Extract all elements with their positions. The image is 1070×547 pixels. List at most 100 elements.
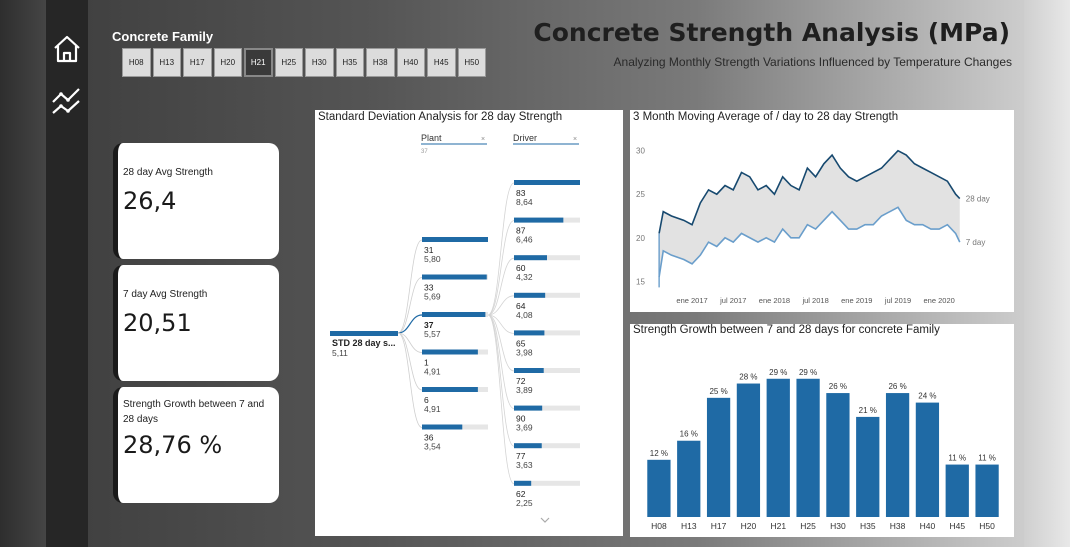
y-tick-label: 15 [636,277,645,286]
slicer-option-h38[interactable]: H38 [366,48,395,77]
bar-data-label: 11 % [948,454,966,463]
concrete-family-slicer: H08 H13 H17 H20 H21 H25 H30 H35 H38 H40 H45 H50 [122,48,486,77]
plant-bar[interactable] [422,349,478,355]
bar-h13[interactable] [677,440,701,517]
moving-average-panel: 3 Month Moving Average of / day to 28 da… [630,110,1014,312]
driver-bar[interactable] [514,330,545,336]
series-label: 28 day [966,195,990,204]
x-tick-label: ene 2019 [841,296,872,305]
plant-value: 5,80 [424,254,441,264]
bar-h35[interactable] [856,416,880,517]
driver-value: 2,25 [516,498,533,508]
trend-line-icon[interactable] [50,84,84,118]
x-tick-label: ene 2018 [759,296,790,305]
bar-h21[interactable] [766,378,790,517]
y-tick-label: 30 [636,147,645,156]
root-value: 5,11 [332,348,348,358]
x-category-label: H20 [741,521,757,531]
series-label: 7 day [966,238,986,247]
slicer-option-h13[interactable]: H13 [152,48,181,77]
bar-h45[interactable] [945,464,969,517]
tree-link [397,239,423,334]
plant-bar[interactable] [422,387,478,392]
growth-bar-chart: 12 % H08 16 % H13 25 % H17 28 % H20 29 % H21 29 % H… [647,368,999,531]
slicer-option-h30[interactable]: H30 [305,48,334,77]
slicer-option-h35[interactable]: H35 [335,48,364,77]
bar-h25[interactable] [796,378,820,517]
x-category-label: H13 [681,521,697,531]
kpi-label: 7 day Avg Strength [123,289,208,300]
bar-h30[interactable] [826,393,850,517]
y-tick-label: 20 [636,234,645,243]
level-close-icon[interactable]: × [481,136,485,143]
tree-link [397,332,423,428]
driver-bar[interactable] [514,255,547,261]
plant-bar[interactable] [422,237,488,242]
bar-h17[interactable] [706,397,731,517]
driver-bar[interactable] [514,292,546,298]
plant-value: 3,54 [424,442,441,452]
growth-bar-panel: Strength Growth between 7 and 28 days fo… [630,324,1014,537]
right-edge [1024,0,1070,547]
y-tick-label: 25 [636,190,645,199]
driver-bar[interactable] [514,217,564,223]
bar-data-label: 25 % [709,387,727,396]
chevron-down-icon[interactable] [540,517,550,523]
slicer-option-h21[interactable]: H21 [244,48,273,77]
x-category-label: H30 [830,521,846,531]
x-category-label: H38 [890,521,906,531]
driver-bar[interactable] [514,443,542,449]
slicer-option-h17[interactable]: H17 [183,48,212,77]
bar-h08[interactable] [647,459,671,517]
moving-average-chart: 15 20 25 30 ene 2017 jul 2017 ene 2018 jul 2018… [636,147,990,305]
slicer-option-h45[interactable]: H45 [427,48,456,77]
slicer-option-h25[interactable]: H25 [274,48,303,77]
level-header-plant[interactable]: Plant [421,133,442,143]
slicer-option-h40[interactable]: H40 [396,48,425,77]
bar-data-label: 21 % [859,406,877,415]
bar-data-label: 24 % [918,392,936,401]
plant-bar[interactable] [422,424,463,430]
x-category-label: H21 [770,521,786,531]
bar-h38[interactable] [885,393,910,517]
plant-bar[interactable] [422,274,487,280]
plant-bar[interactable] [422,312,486,317]
plant-value: 5,57 [424,329,441,339]
page-title: Concrete Strength Analysis (MPa) [533,18,1010,47]
driver-bar[interactable] [514,480,532,486]
home-icon[interactable] [50,32,84,66]
bar-data-label: 16 % [680,430,698,439]
x-category-label: H25 [800,521,816,531]
x-tick-label: jul 2019 [884,296,911,305]
bar-data-label: 26 % [829,382,847,391]
x-category-label: H50 [979,521,995,531]
level-close-icon[interactable]: × [573,136,577,143]
x-tick-label: ene 2017 [676,296,707,305]
tree-link [487,314,515,447]
root-label: STD 28 day s... [332,338,396,348]
level-header-driver[interactable]: Driver [513,133,537,143]
bar-h20[interactable] [736,383,761,517]
driver-value: 4,32 [516,272,533,282]
root-bar[interactable] [330,331,398,336]
driver-value: 3,98 [516,347,533,357]
slicer-option-h20[interactable]: H20 [213,48,242,77]
kpi-card-28-day: 28 day Avg Strength 26,4 [113,143,279,259]
bar-h40[interactable] [915,402,940,517]
nav-rail [46,0,88,547]
plant-value: 4,91 [424,404,441,414]
kpi-card-7-day: 7 day Avg Strength 20,51 [113,265,279,381]
driver-bar[interactable] [514,368,544,373]
slicer-option-h50[interactable]: H50 [457,48,486,77]
slicer-option-h08[interactable]: H08 [122,48,151,77]
driver-value: 6,46 [516,235,533,245]
driver-value: 3,89 [516,385,533,395]
x-category-label: H40 [920,521,936,531]
driver-bar[interactable] [514,405,543,411]
driver-bar[interactable] [514,180,580,185]
bar-data-label: 12 % [650,449,668,458]
x-tick-label: jul 2018 [801,296,828,305]
bar-h50[interactable] [975,464,999,517]
driver-value: 3,69 [516,423,533,433]
kpi-card-growth: Strength Growth between 7 and 28 days 28… [113,387,279,503]
